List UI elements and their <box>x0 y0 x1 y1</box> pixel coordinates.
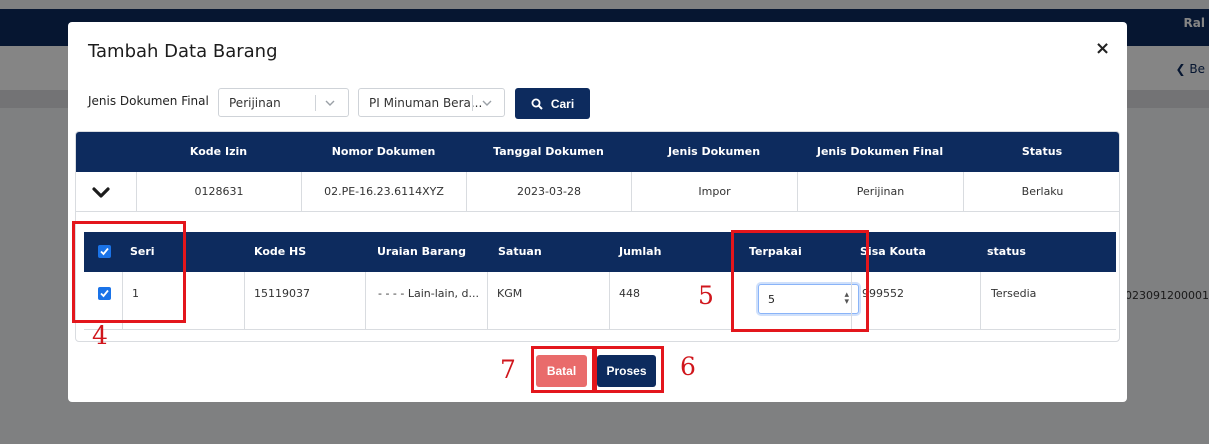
header-satuan: Satuan <box>498 245 542 258</box>
cell-status: Berlaku <box>963 172 1119 212</box>
item-table: Seri Kode HS Uraian Barang Satuan Jumlah… <box>84 232 1116 332</box>
header-sisa-kouta: Sisa Kouta <box>860 245 926 258</box>
header-status: Status <box>1021 145 1063 158</box>
header-uraian-barang: Uraian Barang <box>377 245 466 258</box>
cell-kode-izin: 0128631 <box>136 172 301 212</box>
search-button-label: Cari <box>550 96 575 111</box>
select-separator <box>315 95 316 111</box>
header-kode-hs: Kode HS <box>254 245 307 258</box>
header-item-status: status <box>987 245 1026 258</box>
annotation-label-7: 7 <box>500 355 516 384</box>
cell-jenis-dokumen-final: Perijinan <box>797 172 963 212</box>
cell-satuan: KGM <box>487 272 609 330</box>
header-jenis-dokumen-final: Jenis Dokumen Final <box>816 145 944 158</box>
cell-sisa-kouta: 999552 <box>851 272 980 330</box>
jenis-dokumen-select[interactable]: Perijinan <box>218 88 349 117</box>
cell-kode-hs: 15119037 <box>244 272 365 330</box>
annotation-label-6: 6 <box>680 352 696 381</box>
header-tanggal-dokumen: Tanggal Dokumen <box>493 145 604 158</box>
dokumen-select[interactable]: PI Minuman Bera... <box>358 88 505 117</box>
annotation-label-5: 5 <box>698 281 714 310</box>
search-icon <box>531 98 543 110</box>
annotation-box-checkbox <box>72 221 186 323</box>
chevron-down-icon <box>482 93 492 116</box>
chevron-down-icon[interactable] <box>92 185 110 204</box>
add-item-modal: Tambah Data Barang × Jenis Dokumen Final… <box>68 22 1127 402</box>
header-nomor-dokumen: Nomor Dokumen <box>331 145 436 158</box>
annotation-label-4: 4 <box>92 321 108 350</box>
dokumen-select-value: PI Minuman Bera... <box>369 96 483 110</box>
filter-label: Jenis Dokumen Final <box>88 94 209 108</box>
document-table-header: Kode Izin Nomor Dokumen Tanggal Dokumen … <box>76 132 1119 172</box>
document-table: Kode Izin Nomor Dokumen Tanggal Dokumen … <box>75 131 1120 342</box>
modal-title: Tambah Data Barang <box>88 41 278 62</box>
item-table-header: Seri Kode HS Uraian Barang Satuan Jumlah… <box>84 232 1116 272</box>
table-row: 0128631 02.PE-16.23.6114XYZ 2023-03-28 I… <box>76 172 1119 212</box>
annotation-box-proses <box>594 346 664 393</box>
annotation-box-terpakai <box>731 230 869 332</box>
annotation-box-batal <box>531 346 595 393</box>
table-row: 1 15119037 - - - - Lain-lain, d... KGM 4… <box>84 272 1116 330</box>
header-jumlah: Jumlah <box>619 245 662 258</box>
header-kode-izin: Kode Izin <box>189 145 248 158</box>
cell-nomor-dokumen: 02.PE-16.23.6114XYZ <box>301 172 466 212</box>
select-separator <box>472 95 473 111</box>
search-button[interactable]: Cari <box>515 88 590 119</box>
cell-uraian-barang: - - - - Lain-lain, d... <box>365 272 487 330</box>
jenis-dokumen-select-value: Perijinan <box>229 96 281 110</box>
cell-jenis-dokumen: Impor <box>631 172 797 212</box>
header-jenis-dokumen: Jenis Dokumen <box>667 145 761 158</box>
close-icon[interactable]: × <box>1095 38 1110 59</box>
chevron-down-icon <box>325 93 335 116</box>
cell-item-status: Tersedia <box>980 272 1116 330</box>
cell-tanggal-dokumen: 2023-03-28 <box>466 172 631 212</box>
cell-jumlah: 448 <box>609 272 737 330</box>
